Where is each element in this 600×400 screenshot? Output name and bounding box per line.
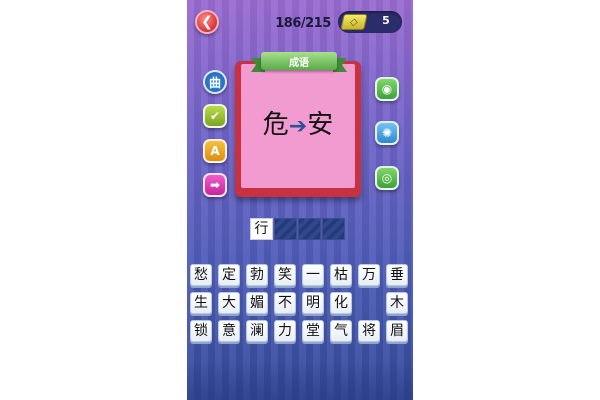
char-tile[interactable]: 枯 [330, 264, 352, 286]
char-tile[interactable]: 勃 [246, 264, 268, 286]
answer-slot[interactable] [274, 218, 297, 240]
moments-share-button[interactable]: ✺ [375, 121, 399, 145]
category-label: 成语 [289, 58, 309, 69]
char-tile[interactable]: 不 [274, 292, 296, 314]
top-bar: ❮ 186/215 ◇ 5 [187, 0, 413, 44]
weibo-icon: ◉ [381, 82, 393, 96]
char-tile[interactable]: 化 [330, 292, 352, 314]
wechat-icon: ◎ [381, 171, 393, 185]
char-tile[interactable]: 定 [218, 264, 240, 286]
char-tile[interactable]: 力 [274, 320, 296, 342]
char-tile[interactable]: 生 [190, 292, 212, 314]
char-tile[interactable]: 垂 [386, 264, 408, 286]
answer-slot[interactable] [322, 218, 345, 240]
arrow-right-icon: ➡ [209, 178, 221, 192]
char-tile[interactable]: 愁 [190, 264, 212, 286]
char-tile[interactable]: 万 [358, 264, 380, 286]
char-tile[interactable]: 气 [330, 320, 352, 342]
arrow-right-icon: ➔ [288, 114, 308, 139]
weibo-share-button[interactable]: ◉ [375, 77, 399, 101]
check-icon: ✔ [209, 109, 221, 123]
char-tile[interactable]: 将 [358, 320, 380, 342]
puzzle-clue: 危➔安 [241, 110, 355, 142]
hint-check-button[interactable]: ✔ [203, 104, 227, 128]
clue-right-char: 安 [307, 110, 334, 140]
clue-left-char: 危 [262, 110, 289, 140]
char-tile[interactable]: 笑 [274, 264, 296, 286]
level-progress: 186/215 [275, 16, 331, 31]
coin-counter[interactable]: ◇ 5 [338, 11, 402, 33]
char-tile[interactable]: 一 [302, 264, 324, 286]
ticket-coin-icon: ◇ [340, 14, 368, 30]
char-tile[interactable]: 媚 [246, 292, 268, 314]
reveal-letter-button[interactable]: A [203, 139, 227, 163]
coin-count: 5 [382, 14, 390, 27]
char-tile[interactable]: 大 [218, 292, 240, 314]
char-tile[interactable]: 堂 [302, 320, 324, 342]
char-tile[interactable]: 木 [386, 292, 408, 314]
char-tile[interactable]: 明 [302, 292, 324, 314]
answer-slot[interactable] [298, 218, 321, 240]
letter-a-icon: A [210, 144, 220, 158]
char-tile[interactable]: 意 [218, 320, 240, 342]
dictionary-button[interactable]: 曲 [203, 70, 227, 94]
char-tile[interactable]: 锁 [190, 320, 212, 342]
game-screen: ❮ 186/215 ◇ 5 曲 ✔ A ➡ ◉ ✺ ◎ 成语 危➔安 行 愁定勃… [187, 0, 413, 400]
wechat-share-button[interactable]: ◎ [375, 166, 399, 190]
skip-button[interactable]: ➡ [203, 173, 227, 197]
dictionary-icon: 曲 [208, 75, 221, 90]
char-tile[interactable]: 眉 [386, 320, 408, 342]
category-ribbon: 成语 [251, 52, 347, 74]
char-tile[interactable]: 澜 [246, 320, 268, 342]
back-arrow-icon[interactable]: ❮ [195, 10, 219, 34]
answer-slot[interactable]: 行 [250, 218, 273, 240]
bottom-fade [187, 360, 413, 400]
camera-shutter-icon: ✺ [381, 126, 393, 140]
